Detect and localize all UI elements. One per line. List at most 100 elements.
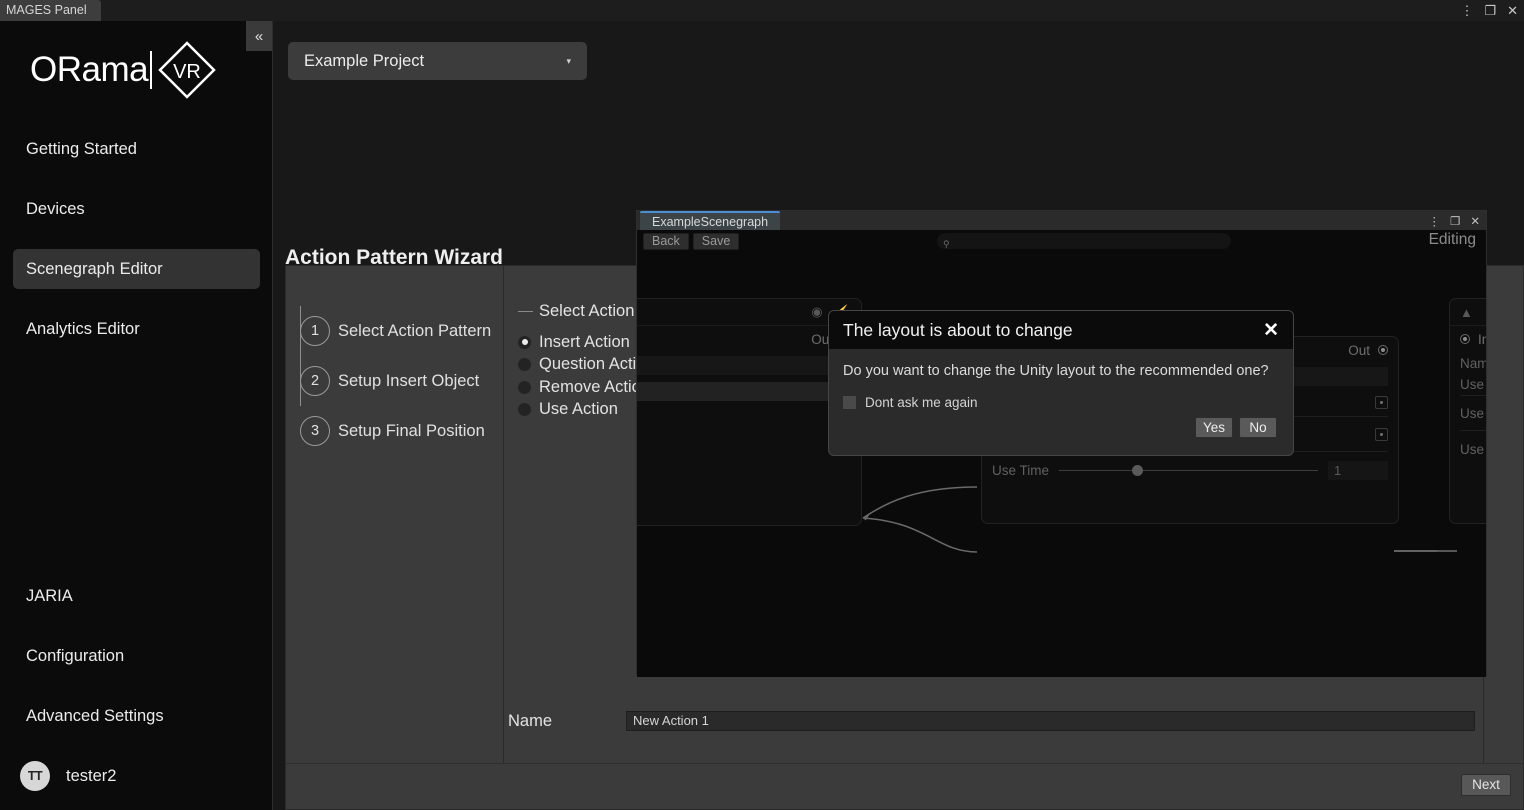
yes-button[interactable]: Yes bbox=[1195, 417, 1233, 438]
kebab-menu-icon[interactable]: ⋮ bbox=[1460, 4, 1473, 17]
row-separator bbox=[1460, 430, 1486, 431]
wizard-right-column bbox=[1484, 266, 1523, 763]
dialog-body: Do you want to change the Unity layout t… bbox=[829, 349, 1293, 438]
sidebar-item-jaria[interactable]: JARIA bbox=[13, 576, 260, 616]
node-row-use-time: Use Time 1 bbox=[982, 453, 1398, 487]
chevron-down-icon: ▾ bbox=[566, 56, 571, 67]
name-label: Name bbox=[504, 712, 626, 731]
radio-dot-icon bbox=[518, 381, 531, 394]
tab-example-scenegraph[interactable]: ExampleScenegraph bbox=[640, 211, 780, 230]
use-time-value[interactable]: 1 bbox=[1328, 461, 1388, 480]
in-port-label: In bbox=[1478, 332, 1486, 347]
step-label: Setup Insert Object bbox=[338, 372, 479, 391]
step-connector-line bbox=[300, 306, 301, 406]
wizard-step-list: 1 Select Action Pattern 2 Setup Insert O… bbox=[300, 306, 491, 456]
editing-mode-label: Editing bbox=[1429, 231, 1476, 249]
wizard-step-1[interactable]: 1 Select Action Pattern bbox=[300, 306, 491, 356]
os-title-bar: MAGES Panel ⋮ ❐ ✕ bbox=[0, 0, 1524, 21]
sidebar: « ORama VR Getting Started Devices Scene… bbox=[0, 21, 273, 810]
step-label: Setup Final Position bbox=[338, 422, 485, 441]
field-value[interactable]: Question bbox=[637, 382, 855, 401]
wizard-name-row: Name New Action 1 bbox=[504, 711, 1483, 731]
sidebar-item-getting-started[interactable]: Getting Started bbox=[13, 129, 260, 169]
back-button[interactable]: Back bbox=[643, 233, 689, 250]
dialog-message: Do you want to change the Unity layout t… bbox=[843, 363, 1279, 379]
radio-dot-icon bbox=[518, 403, 531, 416]
sidebar-item-label: Analytics Editor bbox=[26, 320, 140, 339]
user-name: tester2 bbox=[66, 767, 116, 786]
node-row-use-collider: Use C bbox=[1450, 397, 1486, 429]
project-select-value: Example Project bbox=[304, 52, 424, 71]
radio-label: Insert Action bbox=[539, 333, 630, 352]
step-number: 2 bbox=[300, 366, 330, 396]
step-number: 1 bbox=[300, 316, 330, 346]
checkbox[interactable] bbox=[843, 396, 856, 409]
field-value[interactable]: uestion bbox=[637, 356, 855, 375]
next-button[interactable]: Next bbox=[1461, 774, 1511, 796]
restore-window-icon[interactable]: ❐ bbox=[1484, 4, 1496, 17]
sidebar-item-label: Devices bbox=[26, 200, 85, 219]
close-icon[interactable]: ✕ bbox=[1470, 214, 1480, 228]
eye-icon[interactable]: ◉ bbox=[811, 304, 822, 320]
out-port[interactable] bbox=[1378, 345, 1388, 355]
search-icon: ⚲ bbox=[943, 236, 950, 252]
close-window-icon[interactable]: ✕ bbox=[1507, 4, 1518, 17]
os-window-buttons: ⋮ ❐ ✕ bbox=[1460, 0, 1518, 21]
wizard-step-2[interactable]: 2 Setup Insert Object bbox=[300, 356, 491, 406]
scenegraph-tab-bar: ExampleScenegraph ⋮ ❐ ✕ bbox=[637, 211, 1486, 230]
step-number: 3 bbox=[300, 416, 330, 446]
search-input[interactable]: ⚲ bbox=[937, 233, 1231, 249]
maximize-icon[interactable]: ❐ bbox=[1450, 214, 1460, 228]
dont-ask-again-row[interactable]: Dont ask me again bbox=[843, 395, 1279, 410]
sidebar-item-advanced-settings[interactable]: Advanced Settings bbox=[13, 696, 260, 736]
step-label: Select Action Pattern bbox=[338, 322, 491, 341]
node-row-use-time: Use T bbox=[1450, 432, 1486, 466]
avatar: TT bbox=[20, 761, 50, 791]
close-icon[interactable]: ✕ bbox=[1263, 319, 1279, 342]
object-picker-button[interactable] bbox=[1375, 396, 1388, 409]
app-root: MAGES Panel ⋮ ❐ ✕ « ORama VR Getting Sta… bbox=[0, 0, 1524, 810]
collider-picker-button[interactable] bbox=[1375, 428, 1388, 441]
radio-dot-icon bbox=[518, 358, 531, 371]
dialog-title: The layout is about to change bbox=[843, 320, 1073, 341]
sidebar-item-devices[interactable]: Devices bbox=[13, 189, 260, 229]
no-button[interactable]: No bbox=[1239, 417, 1277, 438]
project-select[interactable]: Example Project ▾ bbox=[288, 42, 587, 80]
sidebar-item-configuration[interactable]: Configuration bbox=[13, 636, 260, 676]
collapse-triangle-icon[interactable]: ▲ bbox=[1460, 305, 1473, 320]
checkbox-label: Dont ask me again bbox=[865, 395, 978, 410]
sidebar-item-analytics-editor[interactable]: Analytics Editor bbox=[13, 309, 260, 349]
layout-change-dialog: The layout is about to change ✕ Do you w… bbox=[828, 310, 1294, 456]
sidebar-item-label: Advanced Settings bbox=[26, 707, 164, 726]
sidebar-item-scenegraph-editor[interactable]: Scenegraph Editor bbox=[13, 249, 260, 289]
out-port-label: Out bbox=[1348, 343, 1370, 358]
node-use-action-right-partial[interactable]: ▲ ☐ In Name Use O Use C bbox=[1449, 298, 1486, 524]
sidebar-collapse-icon[interactable]: « bbox=[246, 21, 272, 51]
scenegraph-toolbar: Back Save ⚲ Editing bbox=[637, 230, 1486, 252]
svg-text:VR: VR bbox=[173, 61, 201, 83]
node-row-use-object: Use O bbox=[1450, 374, 1486, 394]
radio-label: Remove Action bbox=[539, 378, 650, 397]
window-tab-mages-panel[interactable]: MAGES Panel bbox=[0, 0, 101, 21]
sidebar-bottom-nav: JARIA Configuration Advanced Settings TT… bbox=[0, 576, 273, 804]
radio-label: Use Action bbox=[539, 400, 618, 419]
name-input[interactable]: New Action 1 bbox=[626, 711, 1475, 731]
kebab-menu-icon[interactable]: ⋮ bbox=[1429, 214, 1441, 228]
wizard-footer: Next bbox=[286, 763, 1523, 809]
groupbox-label: Select Action bbox=[533, 302, 640, 321]
sidebar-user-row[interactable]: TT tester2 bbox=[13, 756, 260, 796]
save-button[interactable]: Save bbox=[693, 233, 740, 250]
row-separator bbox=[1460, 395, 1486, 396]
sidebar-item-label: Scenegraph Editor bbox=[26, 260, 163, 279]
logo-diamond-icon: VR bbox=[156, 39, 218, 101]
node-header: ▲ ☐ bbox=[1450, 299, 1486, 326]
sidebar-item-label: Configuration bbox=[26, 647, 124, 666]
radio-dot-icon bbox=[518, 336, 531, 349]
orama-vr-logo: ORama VR bbox=[30, 39, 218, 101]
node-row-name: Name bbox=[1450, 352, 1486, 374]
sidebar-nav: Getting Started Devices Scenegraph Edito… bbox=[0, 129, 273, 369]
in-port[interactable] bbox=[1460, 334, 1470, 344]
slider-knob[interactable] bbox=[1132, 465, 1143, 476]
use-time-slider[interactable] bbox=[1059, 470, 1318, 471]
wizard-step-3[interactable]: 3 Setup Final Position bbox=[300, 406, 491, 456]
